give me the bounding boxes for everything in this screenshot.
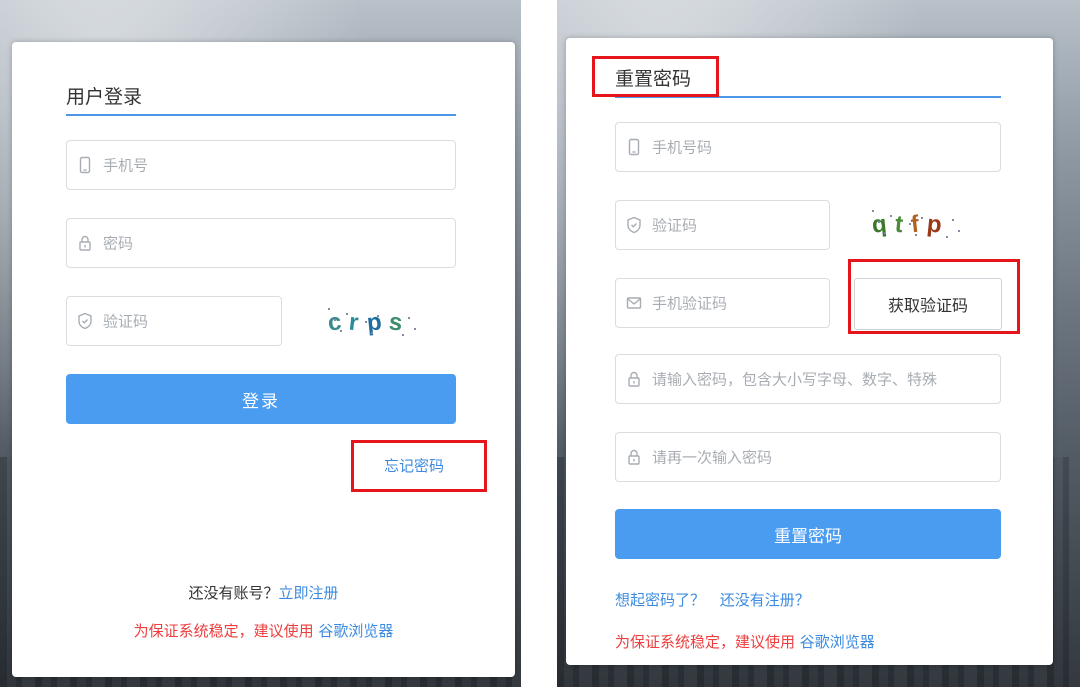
- captcha-noise-dot: [414, 328, 416, 330]
- no-account-text: 还没有账号？: [188, 584, 279, 602]
- phone-input[interactable]: 手机号: [66, 140, 456, 190]
- captcha-char: p: [925, 210, 943, 239]
- remembered-password-link[interactable]: 想起密码了？: [615, 591, 705, 609]
- browser-tip: 为保证系统稳定，建议使用 谷歌浏览器: [12, 620, 515, 641]
- captcha-noise-dot: [921, 217, 923, 219]
- captcha-noise-dot: [377, 315, 379, 317]
- captcha-noise-dot: [958, 230, 960, 232]
- sms-code-placeholder: 手机验证码: [652, 294, 728, 313]
- highlight-box-forgot: [351, 440, 487, 492]
- reset-captcha-input[interactable]: 验证码: [615, 200, 830, 250]
- new-password-input[interactable]: 请输入密码，包含大小写字母、数字、特殊: [615, 354, 1001, 404]
- reset-links: 想起密码了？ 还没有注册？: [615, 589, 810, 610]
- confirm-password-input[interactable]: 请再一次输入密码: [615, 432, 1001, 482]
- lock-icon: [77, 234, 93, 252]
- captcha-char: r: [348, 308, 361, 337]
- lock-icon: [626, 370, 642, 388]
- captcha-placeholder: 验证码: [103, 312, 149, 331]
- shield-icon: [626, 216, 642, 234]
- password-input[interactable]: 密码: [66, 218, 456, 268]
- captcha-noise-dot: [952, 219, 954, 221]
- highlight-box-get-code: [848, 259, 1020, 334]
- captcha-noise-dot: [346, 313, 348, 315]
- reset-card: 重置密码 手机号码 验证码 qtfp 手机验证码 获取验证码 请输入密码，包含大…: [566, 38, 1053, 665]
- lock-icon: [626, 448, 642, 466]
- captcha-noise-dot: [878, 221, 880, 223]
- not-registered-link[interactable]: 还没有注册？: [720, 591, 810, 609]
- reset-phone-placeholder: 手机号码: [652, 138, 713, 157]
- browser-tip-text: 为保证系统稳定，建议使用: [133, 622, 314, 640]
- captcha-noise-dot: [365, 321, 367, 323]
- reset-browser-tip: 为保证系统稳定，建议使用 谷歌浏览器: [615, 631, 875, 652]
- captcha-noise-dot: [884, 232, 886, 234]
- confirm-password-placeholder: 请再一次输入密码: [652, 448, 773, 467]
- chrome-browser-link[interactable]: 谷歌浏览器: [318, 622, 393, 640]
- captcha-noise-dot: [946, 236, 948, 238]
- captcha-noise-dot: [890, 215, 892, 217]
- login-card: 用户登录 手机号 密码 验证码 crps 登录 忘记密码 还没有账号？立即注册 …: [12, 42, 515, 677]
- phone-placeholder: 手机号: [103, 156, 149, 175]
- reset-chrome-browser-link[interactable]: 谷歌浏览器: [800, 633, 875, 651]
- shield-icon: [77, 312, 93, 330]
- register-prompt: 还没有账号？立即注册: [12, 582, 515, 603]
- captcha-char: c: [326, 308, 343, 337]
- captcha-noise-dot: [408, 317, 410, 319]
- captcha-noise-dot: [340, 330, 342, 332]
- reset-browser-tip-text: 为保证系统稳定，建议使用: [615, 633, 796, 651]
- reset-phone-input[interactable]: 手机号码: [615, 122, 1001, 172]
- new-password-placeholder: 请输入密码，包含大小写字母、数字、特殊: [652, 370, 938, 389]
- login-button[interactable]: 登录: [66, 374, 456, 424]
- password-placeholder: 密码: [103, 234, 134, 253]
- captcha-noise-dot: [872, 210, 874, 212]
- reset-captcha-image[interactable]: qtfp: [870, 210, 982, 240]
- captcha-noise-dot: [909, 223, 911, 225]
- sms-code-input[interactable]: 手机验证码: [615, 278, 830, 328]
- captcha-char: q: [870, 210, 888, 239]
- captcha-noise-dot: [328, 308, 330, 310]
- captcha-char: p: [365, 308, 383, 337]
- highlight-box-title: [592, 56, 719, 97]
- captcha-noise-dot: [334, 319, 336, 321]
- captcha-input[interactable]: 验证码: [66, 296, 282, 346]
- reset-password-button[interactable]: 重置密码: [615, 509, 1001, 559]
- captcha-noise-dot: [402, 334, 404, 336]
- captcha-image[interactable]: crps: [326, 308, 438, 338]
- mail-icon: [626, 294, 642, 312]
- phone-icon: [77, 156, 93, 174]
- login-title: 用户登录: [66, 86, 143, 108]
- captcha-noise-dot: [371, 332, 373, 334]
- captcha-char: t: [893, 210, 905, 239]
- login-card-header: 用户登录: [66, 42, 456, 116]
- captcha-noise-dot: [915, 234, 917, 236]
- reset-captcha-placeholder: 验证码: [652, 216, 698, 235]
- phone-icon: [626, 138, 642, 156]
- register-link[interactable]: 立即注册: [279, 584, 339, 602]
